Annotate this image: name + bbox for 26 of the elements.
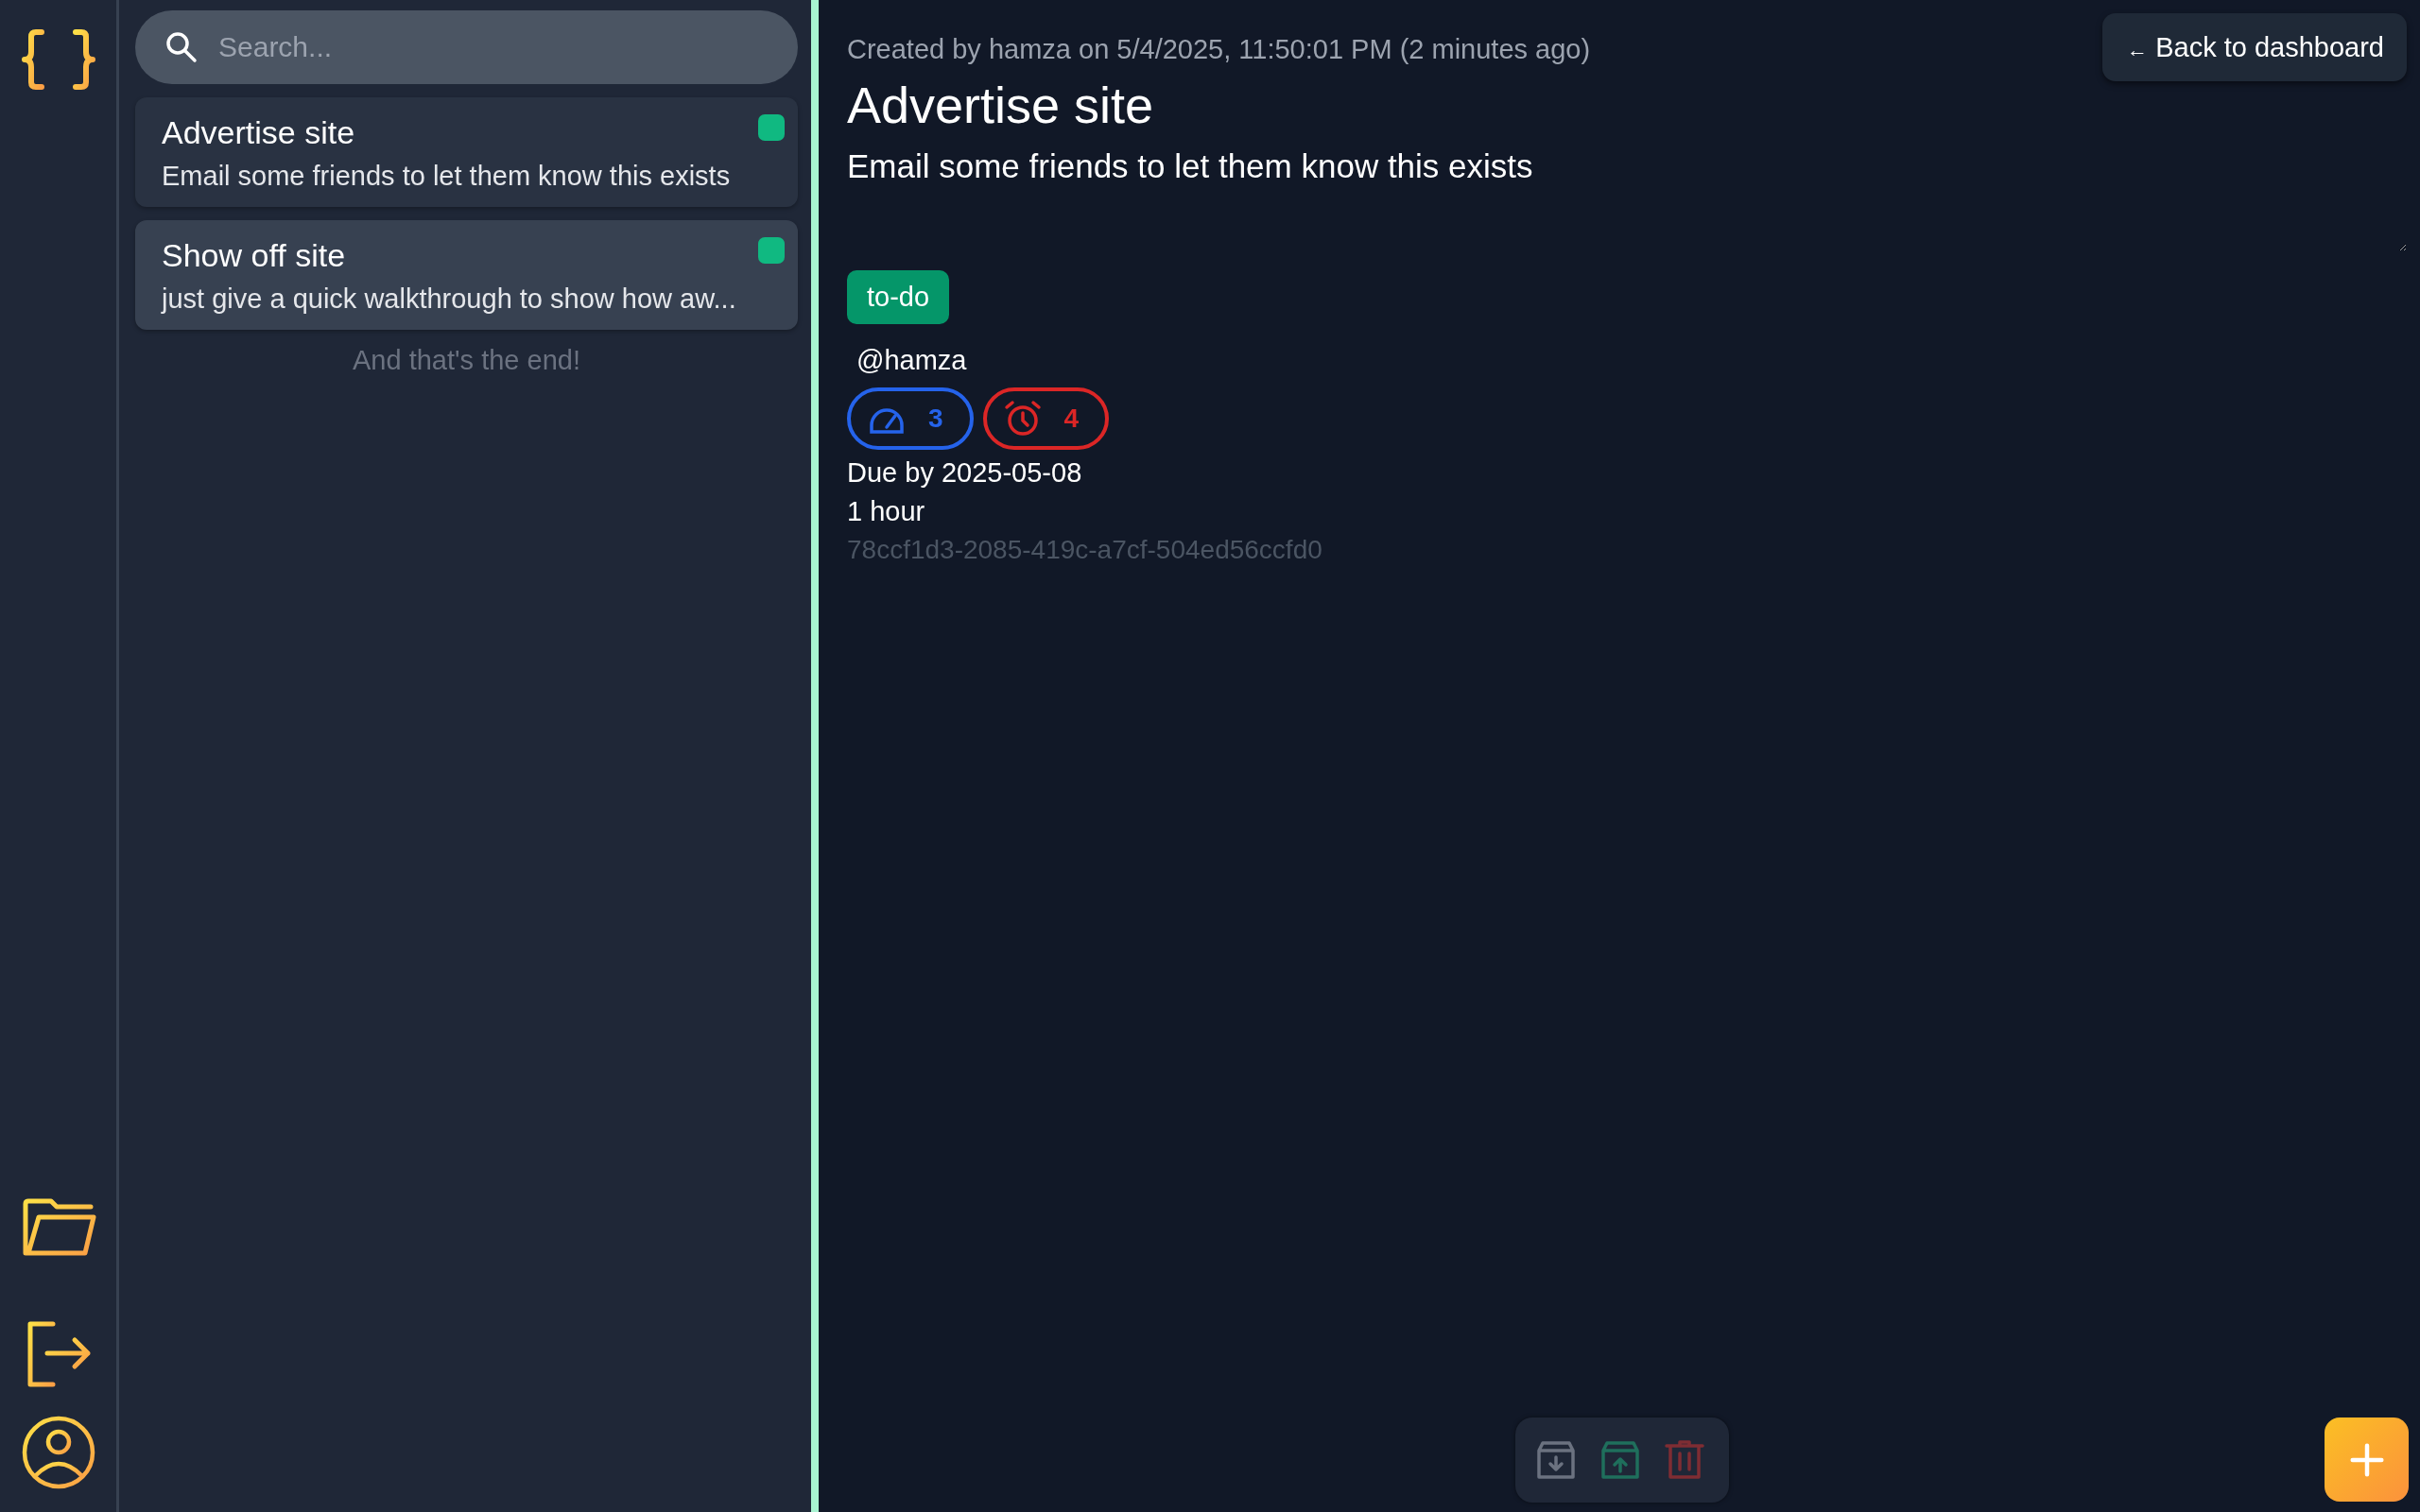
task-id-text: 78ccf1d3-2085-419c-a7cf-504ed56ccfd0 <box>847 535 1322 565</box>
alarm-clock-icon <box>1003 400 1042 438</box>
task-title: Show off site <box>162 237 347 274</box>
task-card[interactable]: Show off site just give a quick walkthrough to show how aw... <box>135 220 798 330</box>
task-title: Advertise site <box>847 76 1154 134</box>
task-description: just give a quick walkthrough to show how aw... <box>162 284 736 315</box>
task-description: Email some friends to let them know this exists <box>162 161 731 192</box>
assignee-text: @hamza <box>856 345 967 376</box>
archive-download-icon[interactable] <box>1536 1440 1576 1480</box>
count-pill: 4 <box>982 387 1110 450</box>
estimate-text: 1 hour <box>847 496 925 527</box>
task-card[interactable]: Advertise site Email some friends to let them know this exists <box>135 97 798 207</box>
back-to-dashboard-button[interactable]: ← Back to dashboard <box>2102 13 2407 81</box>
task-title: Advertise site <box>162 114 356 151</box>
user-circle-icon[interactable] <box>21 1416 95 1489</box>
archive-upload-icon[interactable] <box>1600 1440 1640 1480</box>
plus-icon <box>2349 1442 2384 1477</box>
count-pill: 3 <box>847 387 974 450</box>
curly-braces-logo-icon[interactable] <box>20 28 96 91</box>
add-button[interactable] <box>2325 1418 2409 1502</box>
due-date-text: Due by 2025-05-08 <box>847 457 1082 489</box>
status-tag: to-do <box>847 270 950 324</box>
created-by-text: Created by hamza on 5/4/2025, 11:50:01 PM (2 minutes ago) <box>847 34 1591 65</box>
search-field[interactable]: Search... <box>135 10 798 84</box>
list-end-text: And that's the end! <box>352 345 581 376</box>
description-field[interactable]: Email some friends to let them know this exists <box>847 147 2407 251</box>
